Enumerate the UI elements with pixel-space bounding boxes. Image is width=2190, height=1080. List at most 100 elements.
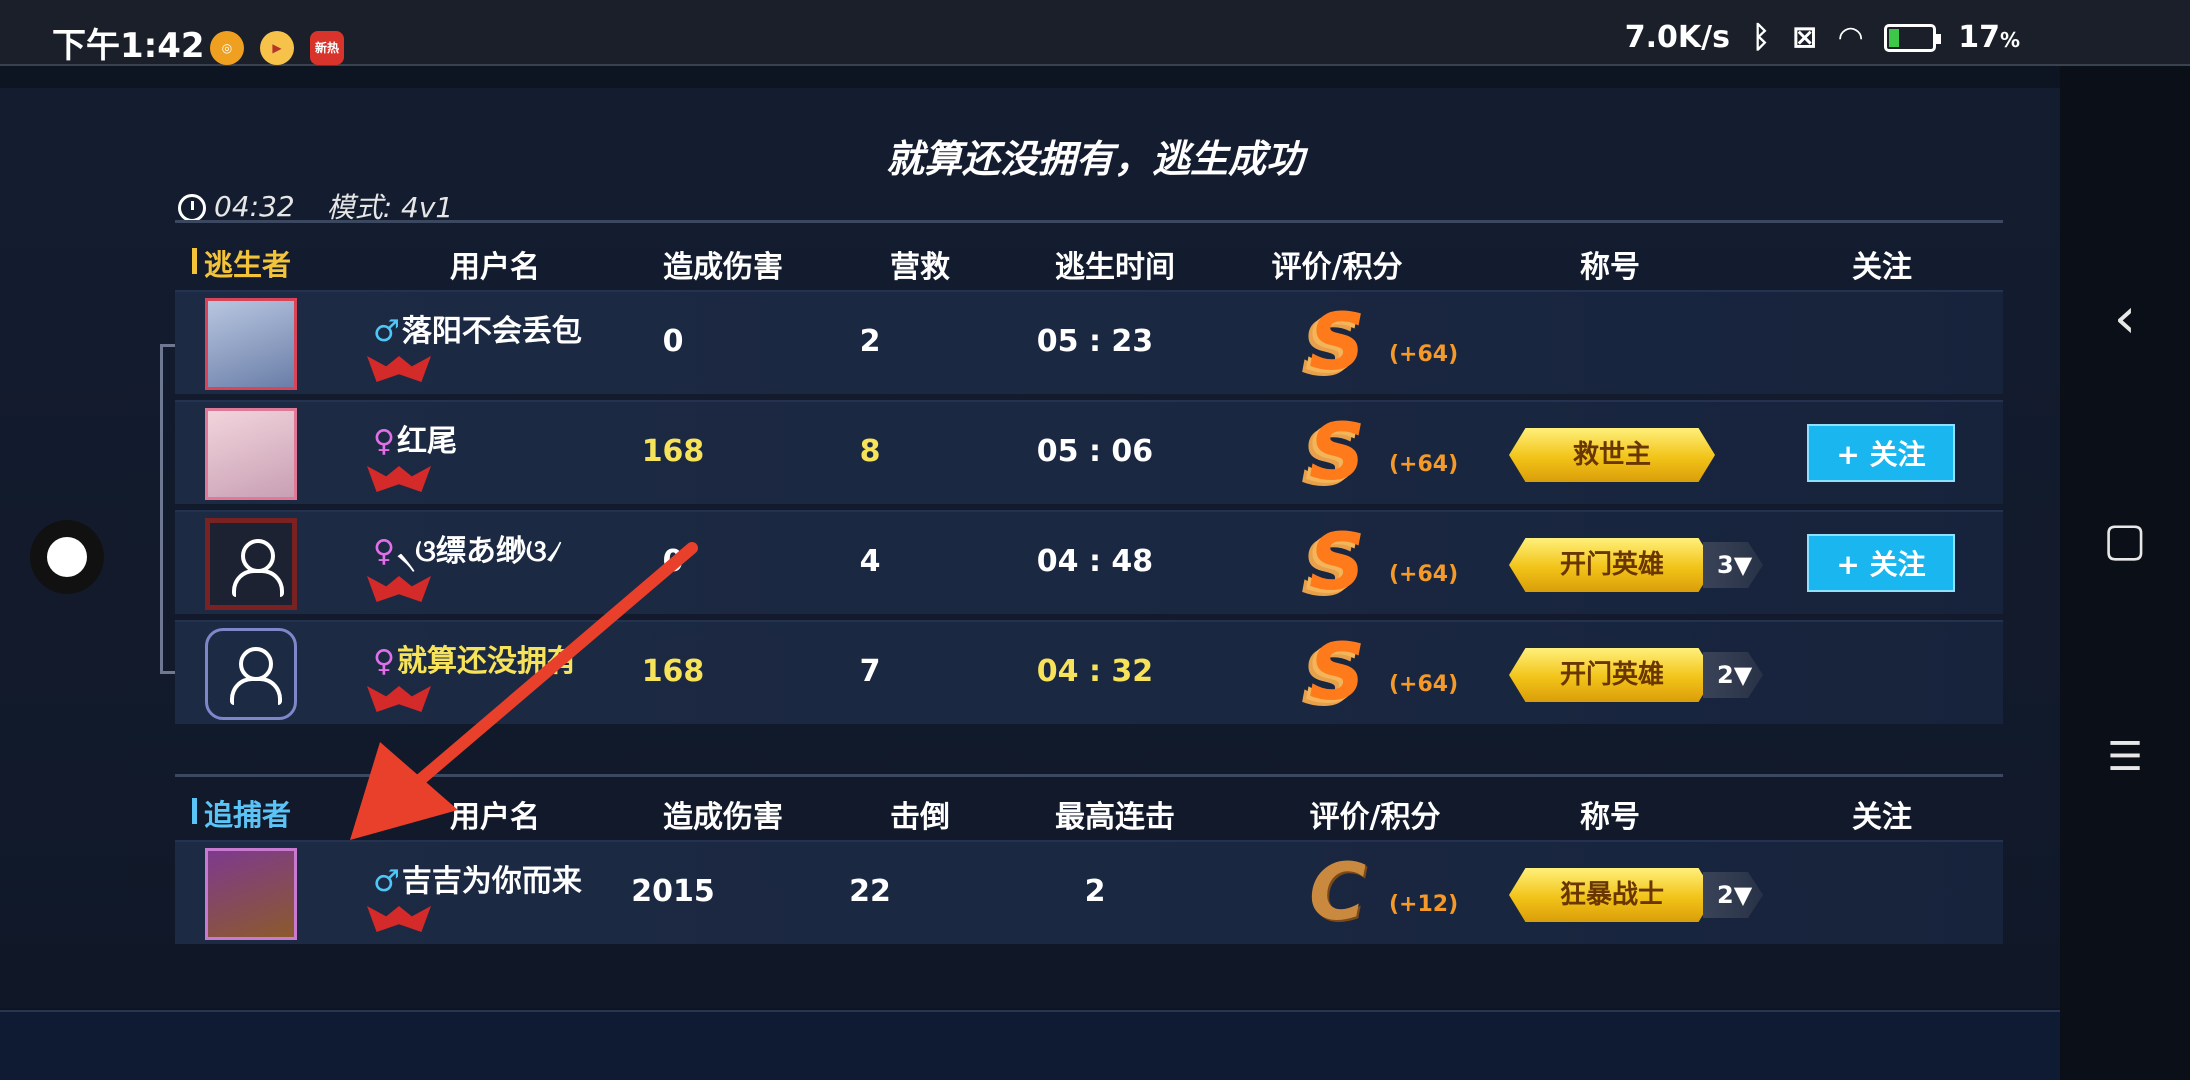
player-name-text: ৲ଓ缥あ缈ଓ৴ — [396, 534, 563, 569]
match-duration: 04:32 — [214, 189, 295, 223]
gender-icon: ♂ — [373, 314, 400, 349]
player-name[interactable]: ♀৲ଓ缥あ缈ଓ৴ — [373, 526, 562, 578]
bottom-bar — [0, 1010, 2190, 1080]
network-speed: 7.0K/s — [1624, 20, 1730, 55]
hunter-section-label: 追捕者 — [191, 792, 291, 834]
player-title-badge[interactable]: 狂暴战士 — [1509, 868, 1715, 922]
header-rating: 评价/积分 — [1271, 250, 1403, 285]
floating-dot-icon — [47, 537, 87, 577]
escape-time-value: 05 : 23 — [1036, 324, 1154, 359]
rank-badge-icon — [359, 572, 439, 606]
survivor-row: ♂落阳不会丢包 0 2 05 : 23 S (+64) — [175, 290, 2003, 394]
header-max-combo: 最高连击 — [1055, 800, 1175, 835]
header-username: 用户名 — [450, 800, 540, 835]
player-avatar[interactable] — [205, 518, 297, 610]
grade-letter: S — [1309, 518, 1366, 608]
player-name[interactable]: ♀红尾 — [373, 416, 457, 460]
header-title: 称号 — [1580, 800, 1640, 835]
survivor-row: ♀红尾 168 8 05 : 06 S (+64) 救世主 + 关注 — [175, 400, 2003, 504]
damage-value: 168 — [641, 434, 705, 469]
grade-points: (+64) — [1389, 452, 1459, 477]
player-name[interactable]: ♀就算还没拥有 — [373, 636, 577, 680]
gender-icon: ♀ — [373, 424, 395, 459]
player-avatar[interactable] — [205, 848, 297, 940]
gender-icon: ♂ — [373, 864, 400, 899]
player-avatar[interactable] — [205, 408, 297, 500]
grade-points: (+64) — [1389, 342, 1459, 367]
grade-points: (+64) — [1389, 562, 1459, 587]
follow-button[interactable]: + 关注 — [1807, 424, 1955, 482]
status-time: 下午1:42 — [52, 26, 205, 66]
player-name[interactable]: ♂落阳不会丢包 — [373, 306, 582, 350]
default-avatar-icon — [230, 647, 282, 705]
max-combo-value: 2 — [1084, 874, 1106, 909]
grade-letter: S — [1309, 408, 1366, 498]
rank-badge-icon — [359, 902, 439, 936]
duration-group: 04:32 — [178, 190, 295, 223]
header-username: 用户名 — [450, 250, 540, 285]
damage-value: 2015 — [631, 874, 715, 909]
status-bar: 下午1:42 ◎ ▶ 新热 7.0K/s ᛒ ⊠ ◠ 17% — [0, 0, 2190, 66]
follow-button[interactable]: + 关注 — [1807, 534, 1955, 592]
floating-assist-button[interactable] — [30, 520, 104, 594]
escape-time-value: 04 : 32 — [1036, 654, 1154, 689]
damage-value: 168 — [641, 654, 705, 689]
player-name-text: 落阳不会丢包 — [401, 314, 582, 349]
survivor-row: ♀就算还没拥有 168 7 04 : 32 S (+64) 开门英雄 2▼ — [175, 620, 2003, 724]
grade-badge: C (+12) — [1305, 848, 1485, 938]
divider — [175, 220, 2003, 223]
header-knockdowns: 击倒 — [890, 800, 950, 835]
battery-level: 17% — [1958, 20, 2020, 55]
header-rescue: 营救 — [890, 250, 950, 285]
grade-letter: C — [1309, 848, 1367, 938]
rank-badge-icon — [359, 352, 439, 386]
title-count-dropdown[interactable]: 2▼ — [1703, 872, 1763, 918]
battery-percent-value: 17 — [1958, 20, 2000, 55]
player-name[interactable]: ♂吉吉为你而来 — [373, 856, 582, 900]
bluetooth-icon: ᛒ — [1751, 20, 1770, 55]
player-avatar[interactable] — [205, 298, 297, 390]
escape-time-value: 05 : 06 — [1036, 434, 1154, 469]
player-title-badge[interactable]: 开门英雄 — [1509, 648, 1715, 702]
rescue-value: 4 — [859, 544, 881, 579]
sim-off-icon: ⊠ — [1791, 20, 1818, 55]
player-avatar[interactable] — [205, 628, 297, 720]
hunter-row: ♂吉吉为你而来 2015 22 2 C (+12) 狂暴战士 2▼ — [175, 840, 2003, 944]
rescue-value: 7 — [859, 654, 881, 689]
battery-icon — [1884, 23, 1942, 52]
header-rating: 评价/积分 — [1309, 800, 1441, 835]
title-count-dropdown[interactable]: 2▼ — [1703, 652, 1763, 698]
video-app-icon: ▶ — [260, 31, 294, 65]
survivor-header-row: 逃生者 用户名 造成伤害 营救 逃生时间 评价/积分 称号 关注 — [0, 242, 2060, 286]
hunter-header-row: 追捕者 用户名 造成伤害 击倒 最高连击 评价/积分 称号 关注 — [0, 792, 2060, 836]
rescue-value: 2 — [859, 324, 881, 359]
rank-badge-icon — [359, 682, 439, 716]
title-count-dropdown[interactable]: 3▼ — [1703, 542, 1763, 588]
grade-letter: S — [1309, 628, 1366, 718]
grade-badge: S (+64) — [1305, 408, 1485, 498]
player-title-badge[interactable]: 开门英雄 — [1509, 538, 1715, 592]
header-damage: 造成伤害 — [663, 250, 783, 285]
survivor-row: ♀৲ଓ缥あ缈ଓ৴ 0 4 04 : 48 S (+64) 开门英雄 3▼ + 关… — [175, 510, 2003, 614]
clock-icon — [178, 193, 206, 222]
rescue-value: 8 — [859, 434, 881, 469]
damage-value: 0 — [662, 324, 684, 359]
knockdowns-value: 22 — [849, 874, 891, 909]
menu-icon[interactable]: ☰ — [2060, 734, 2190, 780]
survivor-section-label: 逃生者 — [191, 242, 291, 284]
player-name-text: 就算还没拥有 — [396, 644, 577, 679]
header-title: 称号 — [1580, 250, 1640, 285]
damage-value: 0 — [662, 544, 684, 579]
result-title: 就算还没拥有，逃生成功 — [885, 137, 1304, 181]
home-icon[interactable]: ▢ — [2060, 512, 2190, 566]
header-follow: 关注 — [1852, 800, 1912, 835]
header-escape-time: 逃生时间 — [1055, 250, 1175, 285]
gender-icon: ♀ — [373, 534, 395, 569]
header-damage: 造成伤害 — [663, 800, 783, 835]
escape-time-value: 04 : 48 — [1036, 544, 1154, 579]
back-icon[interactable]: ‹ — [2060, 286, 2190, 351]
player-title-badge[interactable]: 救世主 — [1509, 428, 1715, 482]
default-avatar-icon — [232, 539, 284, 597]
rank-badge-icon — [359, 462, 439, 496]
gender-icon: ♀ — [373, 644, 395, 679]
